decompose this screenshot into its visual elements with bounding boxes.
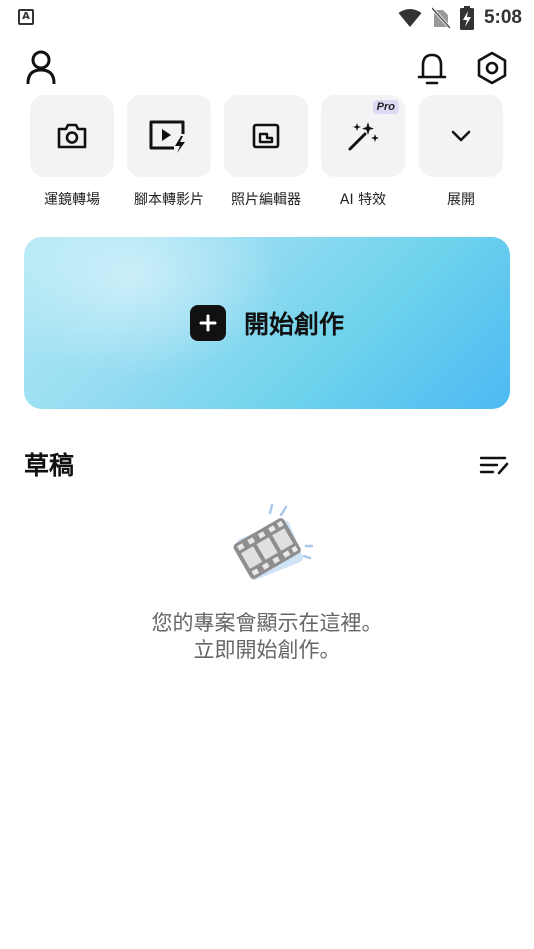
notifications-button[interactable] — [412, 48, 452, 88]
sort-list-edit-icon — [479, 456, 509, 475]
no-sim-icon — [431, 7, 450, 29]
tool-ai-effects[interactable]: Pro AI 特效 — [320, 95, 406, 209]
start-creating-label: 開始創作 — [243, 310, 344, 339]
drafts-sort-button[interactable] — [474, 448, 514, 482]
profile-button[interactable] — [22, 48, 60, 86]
photo-frame-icon — [252, 123, 280, 149]
tool-expand-box[interactable] — [419, 95, 503, 177]
bell-icon — [417, 53, 447, 85]
top-bar — [0, 44, 534, 90]
drafts-empty-message: 您的專案會顯示在這裡。 立即開始創作。 — [0, 610, 534, 664]
tool-photo-editor-box[interactable] — [224, 95, 308, 177]
status-bar: A 5:08 — [0, 0, 534, 36]
tool-label: AI 特效 — [339, 192, 387, 208]
tool-label: 腳本轉影片 — [134, 192, 204, 208]
pro-badge: Pro — [372, 100, 399, 114]
app-notification-icon: A — [18, 9, 34, 25]
video-lightning-icon — [149, 120, 185, 153]
tool-label: 照片編輯器 — [231, 192, 301, 208]
tool-label: 展開 — [447, 192, 475, 208]
tools-row: 運鏡轉場 腳本轉影片 照片編輯器 Pro AI 特效 展開 — [0, 95, 534, 215]
tool-ai-effects-box[interactable]: Pro — [321, 95, 405, 177]
tool-expand[interactable]: 展開 — [418, 95, 504, 209]
tool-script-to-video[interactable]: 腳本轉影片 — [126, 95, 212, 209]
start-creating-button[interactable]: 開始創作 — [24, 237, 510, 409]
magic-wand-icon — [348, 122, 379, 151]
tool-photo-editor[interactable]: 照片編輯器 — [223, 95, 309, 209]
battery-charging-icon — [459, 6, 474, 30]
settings-hexagon-icon — [477, 51, 507, 85]
film-strip-icon — [224, 500, 318, 590]
tool-camera-transition-box[interactable] — [30, 95, 114, 177]
wifi-icon — [398, 9, 422, 27]
tool-script-to-video-box[interactable] — [127, 95, 211, 177]
empty-line-2: 立即開始創作。 — [193, 638, 341, 662]
camera-icon — [57, 123, 87, 149]
plus-icon — [189, 305, 226, 341]
tool-camera-transition[interactable]: 運鏡轉場 — [29, 95, 115, 209]
chevron-down-icon — [451, 130, 471, 142]
person-icon — [26, 50, 56, 84]
status-icons: 5:08 — [398, 6, 522, 30]
settings-button[interactable] — [472, 48, 512, 88]
clock: 5:08 — [483, 7, 522, 28]
empty-line-1: 您的專案會顯示在這裡。 — [151, 611, 383, 635]
drafts-title: 草稿 — [24, 451, 75, 480]
tool-label: 運鏡轉場 — [44, 192, 100, 208]
